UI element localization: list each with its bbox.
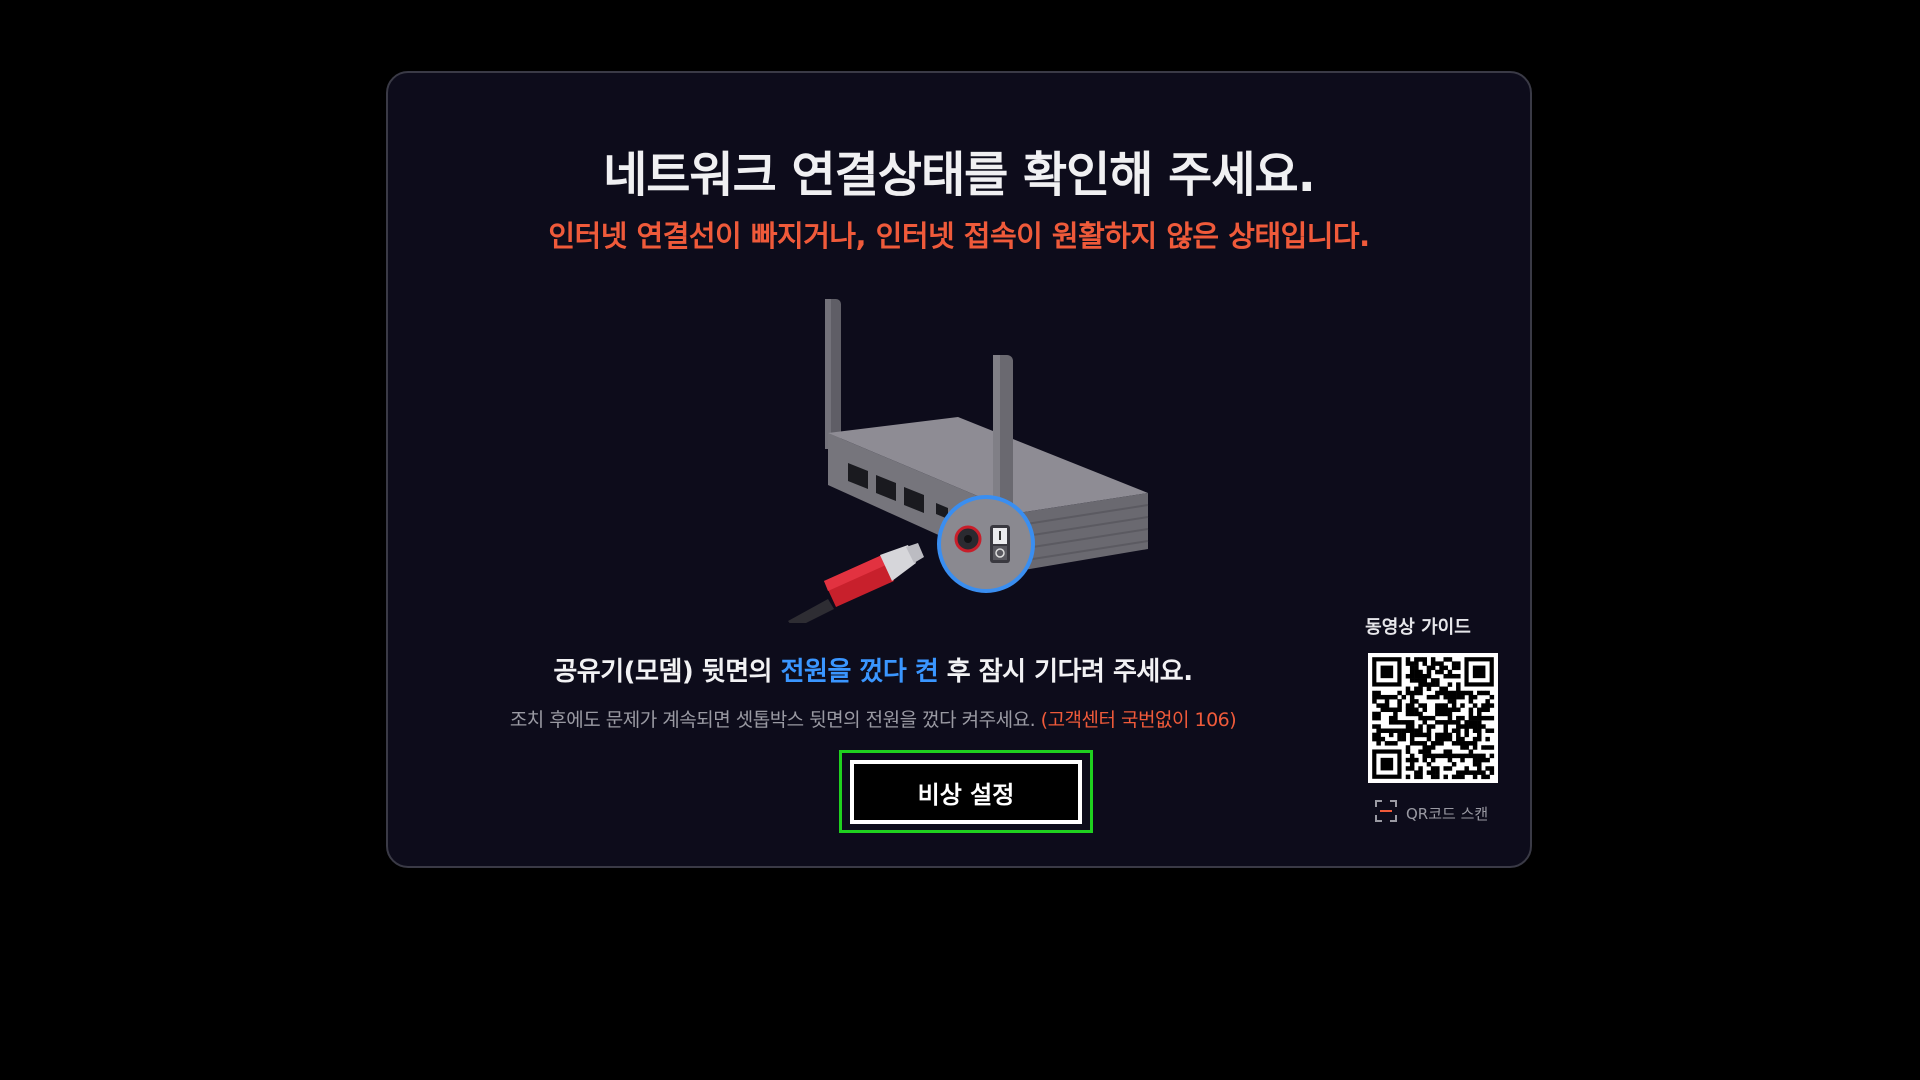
- instruction-before: 공유기(모뎀) 뒷면의: [553, 657, 781, 687]
- dialog-title: 네트워크 연결상태를 확인해 주세요.: [603, 147, 1316, 203]
- qr-scan-label: QR코드 스캔: [1406, 804, 1489, 823]
- help-note: 조치 후에도 문제가 계속되면 셋톱박스 뒷면의 전원을 껐다 켜주세요. (고…: [388, 705, 1358, 732]
- router-icon: [768, 263, 1168, 629]
- qr-code: [1368, 653, 1498, 783]
- focus-outline: 비상 설정: [839, 750, 1093, 833]
- instruction-after: 후 잠시 기다려 주세요.: [938, 657, 1193, 687]
- dialog-subtitle: 인터넷 연결선이 빠지거나, 인터넷 접속이 원활하지 않은 상태입니다.: [548, 219, 1370, 253]
- help-note-text: 조치 후에도 문제가 계속되면 셋톱박스 뒷면의 전원을 껐다 켜주세요.: [509, 709, 1041, 731]
- instruction-highlight: 전원을 껐다 켠: [780, 657, 939, 687]
- scan-frame-icon: [1374, 799, 1398, 827]
- emergency-settings-button[interactable]: 비상 설정: [850, 760, 1082, 824]
- qr-scan-hint: QR코드 스캔: [1374, 799, 1489, 827]
- instruction-text: 공유기(모뎀) 뒷면의 전원을 껐다 켠 후 잠시 기다려 주세요.: [388, 651, 1358, 688]
- network-error-dialog: 네트워크 연결상태를 확인해 주세요. 인터넷 연결선이 빠지거나, 인터넷 접…: [386, 71, 1532, 868]
- video-guide-label: 동영상 가이드: [1365, 617, 1471, 638]
- support-contact: (고객센터 국번없이 106): [1040, 709, 1237, 731]
